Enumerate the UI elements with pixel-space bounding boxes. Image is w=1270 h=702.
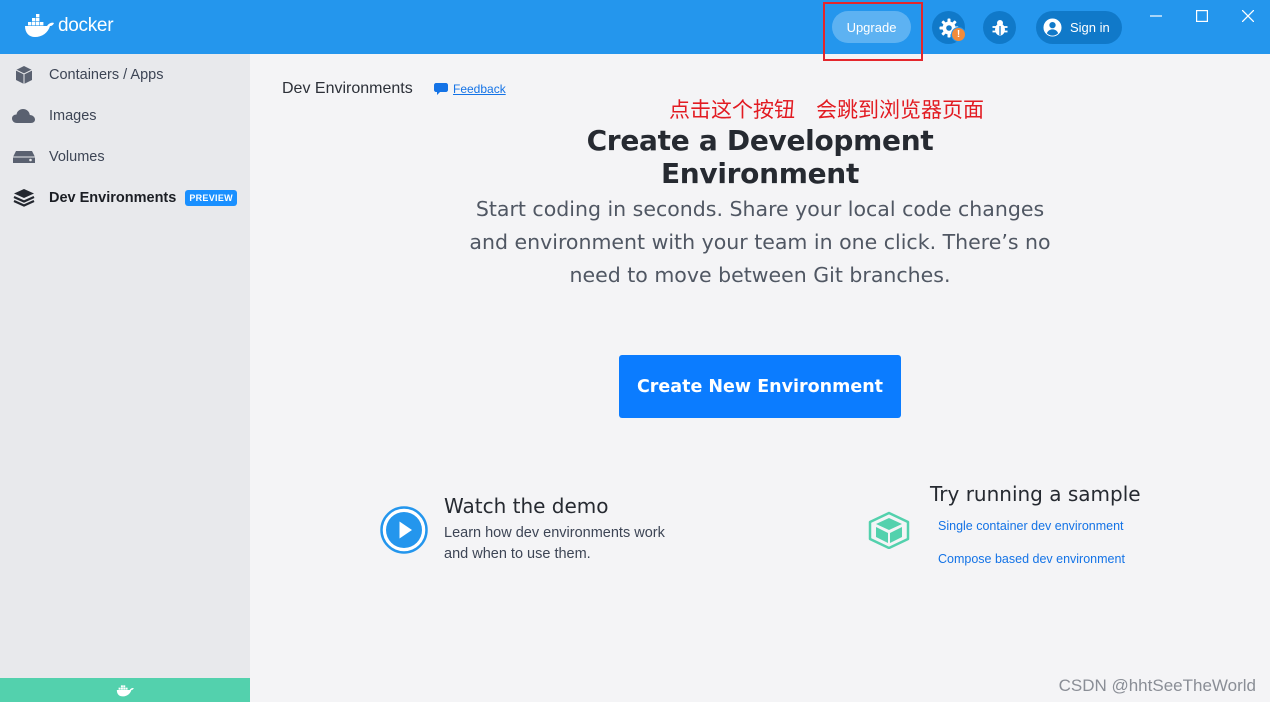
minimize-icon <box>1150 15 1162 17</box>
cloud-icon <box>12 106 35 126</box>
cube-icon <box>12 65 35 85</box>
play-icon[interactable] <box>380 506 428 554</box>
sidebar: Containers / Apps Images Volumes Dev Env… <box>0 54 250 702</box>
chat-bubble-icon <box>434 83 448 95</box>
sidebar-item-label: Containers / Apps <box>49 67 164 83</box>
sign-in-label: Sign in <box>1070 20 1110 35</box>
status-bar[interactable] <box>0 678 250 702</box>
maximize-button[interactable] <box>1191 5 1213 27</box>
minimize-button[interactable] <box>1145 5 1167 27</box>
main-description: Start coding in seconds. Share your loca… <box>465 193 1055 292</box>
demo-description-line: Learn how dev environments work <box>444 525 665 541</box>
description-line: need to move between Git branches. <box>569 263 951 287</box>
sidebar-item-label: Dev Environments <box>49 190 177 206</box>
sidebar-item-dev-environments[interactable]: Dev Environments PREVIEW <box>12 185 237 211</box>
sidebar-item-volumes[interactable]: Volumes <box>12 144 105 170</box>
sidebar-item-label: Images <box>49 108 97 124</box>
single-container-sample-link[interactable]: Single container dev environment <box>938 519 1124 533</box>
compose-sample-link[interactable]: Compose based dev environment <box>938 552 1125 566</box>
close-icon <box>1242 10 1254 22</box>
main-heading: Create a Development Environment <box>586 124 934 190</box>
create-new-environment-button[interactable]: Create New Environment <box>619 355 901 418</box>
try-sample-title: Try running a sample <box>930 482 1141 506</box>
annotation-note: 点击这个按钮 会跳到浏览器页面 <box>669 98 984 122</box>
close-button[interactable] <box>1237 5 1259 27</box>
sidebar-item-label: Volumes <box>49 149 105 165</box>
feedback-label: Feedback <box>453 82 506 96</box>
stack-icon <box>12 188 35 208</box>
whale-status-icon <box>116 685 134 697</box>
description-line: and environment with your team in one cl… <box>469 230 1051 254</box>
sample-box-icon <box>868 511 910 549</box>
docker-logo: docker <box>24 14 114 38</box>
watch-demo-title[interactable]: Watch the demo <box>444 494 609 518</box>
troubleshoot-button[interactable] <box>983 11 1016 44</box>
upgrade-highlight-box <box>823 2 923 61</box>
whale-logo-icon <box>25 14 54 37</box>
demo-description-line: and when to use them. <box>444 546 591 562</box>
description-line: Start coding in seconds. Share your loca… <box>475 197 1045 221</box>
sign-in-button[interactable]: Sign in <box>1036 11 1122 44</box>
logo-text: docker <box>58 15 114 36</box>
settings-button[interactable]: ! <box>932 11 966 44</box>
feedback-link[interactable]: Feedback <box>434 82 506 96</box>
sidebar-item-containers[interactable]: Containers / Apps <box>12 62 163 88</box>
title-bar: docker Upgrade ! Sign in <box>0 0 1270 54</box>
watch-demo-description: Learn how dev environments work and when… <box>444 523 694 565</box>
page-title: Dev Environments <box>282 80 413 97</box>
user-circle-icon <box>1043 18 1062 37</box>
drive-icon <box>12 147 35 167</box>
maximize-icon <box>1196 10 1208 22</box>
bug-icon <box>992 19 1007 35</box>
watermark: CSDN @hhtSeeTheWorld <box>1058 676 1256 695</box>
preview-badge: PREVIEW <box>185 190 237 206</box>
sidebar-item-images[interactable]: Images <box>12 103 97 129</box>
warning-badge: ! <box>951 27 966 42</box>
